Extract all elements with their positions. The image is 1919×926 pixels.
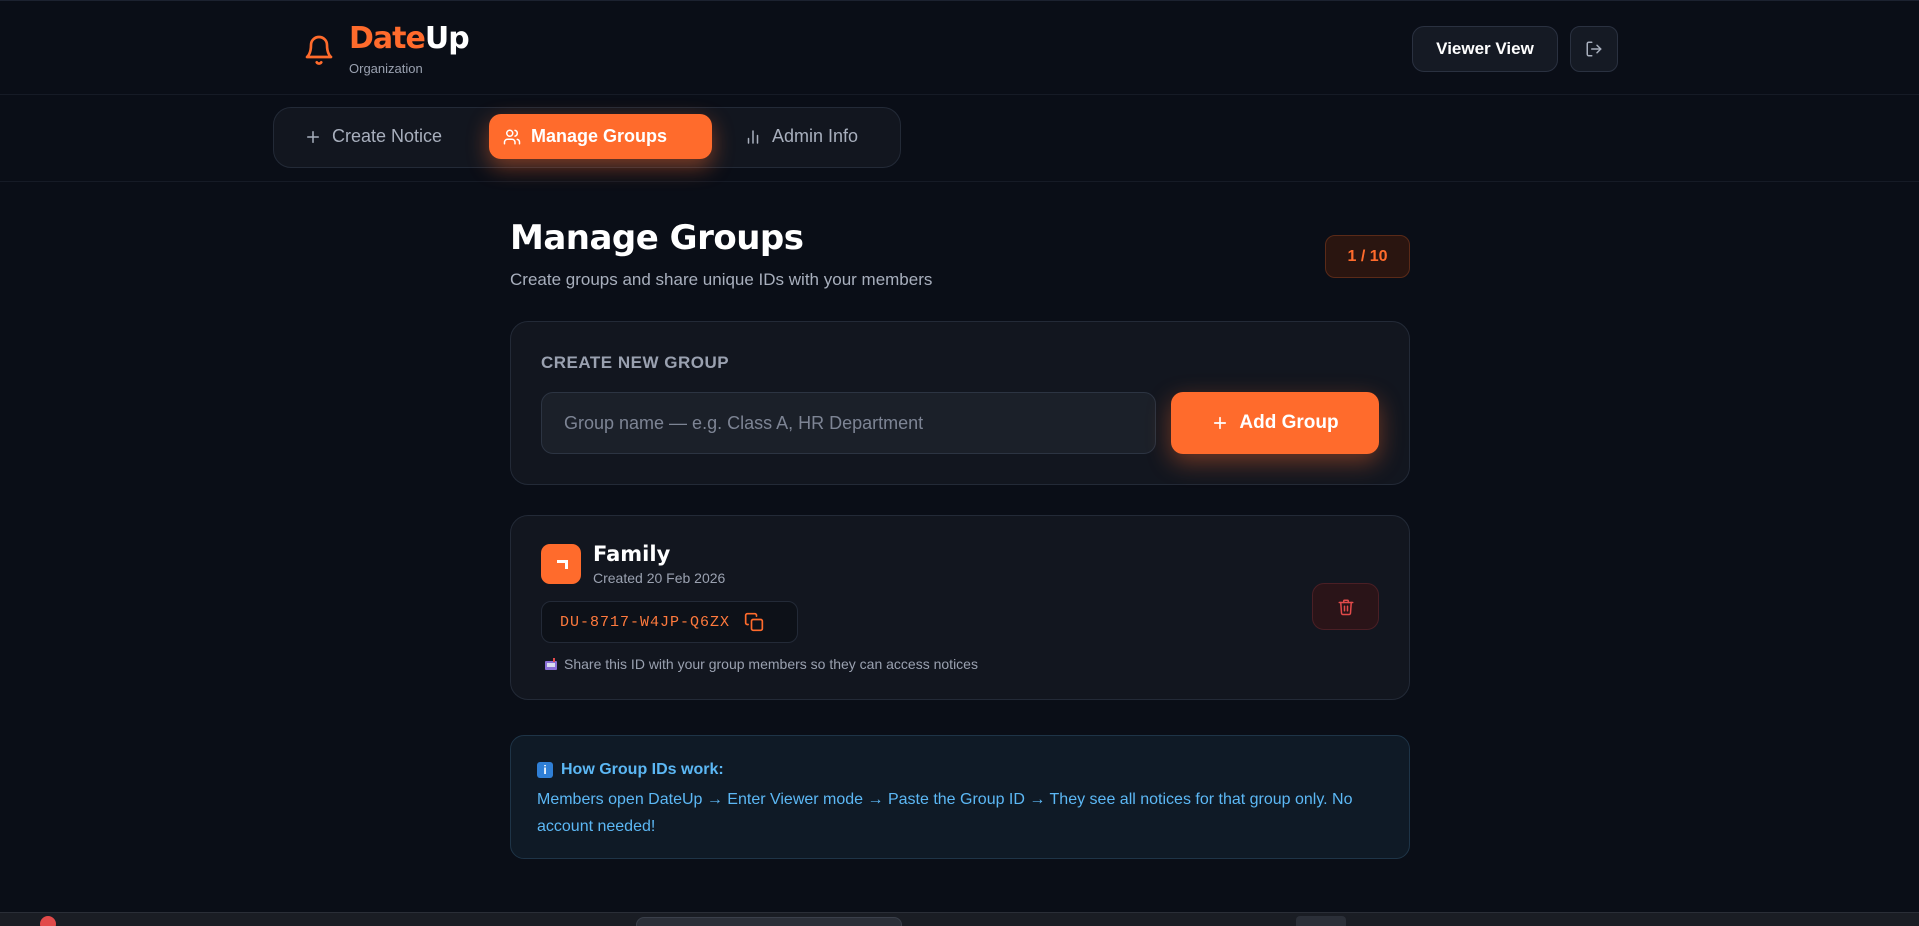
- group-id: DU-8717-W4JP-Q6ZX: [560, 613, 731, 631]
- info-card: i How Group IDs work: Members open DateU…: [510, 735, 1410, 859]
- group-card: Family Created 20 Feb 2026 DU-8717-W4JP-…: [510, 515, 1410, 700]
- bell-icon: [305, 35, 333, 65]
- plus-icon: [307, 130, 319, 143]
- page-title: Manage Groups: [510, 218, 804, 258]
- top-header: DateUp Organization Viewer View: [0, 0, 1919, 95]
- plus-icon: [1214, 416, 1227, 430]
- create-group-card: CREATE NEW GROUP Add Group: [510, 321, 1410, 485]
- info-icon: i: [537, 762, 553, 778]
- group-created-date: Created 20 Feb 2026: [593, 570, 726, 586]
- tab-manage-groups[interactable]: Manage Groups: [489, 114, 712, 159]
- logo[interactable]: DateUp: [349, 21, 470, 56]
- brand-text: DateUp Organization: [349, 21, 470, 77]
- add-group-button[interactable]: Add Group: [1171, 392, 1379, 454]
- share-hint: Share this ID with your group members so…: [544, 656, 978, 672]
- nav-bar: Create Notice Manage Groups Admin Info: [0, 95, 1919, 182]
- group-name-input[interactable]: [541, 392, 1156, 454]
- notification-dot-icon: [40, 916, 56, 926]
- create-group-label: CREATE NEW GROUP: [541, 353, 730, 372]
- tab-admin-info[interactable]: Admin Info: [730, 114, 872, 159]
- tab-create-notice[interactable]: Create Notice: [290, 114, 456, 159]
- users-icon: [503, 129, 521, 144]
- taskbar-item[interactable]: [1296, 916, 1346, 926]
- tab-label: Admin Info: [772, 126, 859, 146]
- logo-date: Date: [349, 21, 426, 56]
- taskbar-pill[interactable]: [636, 917, 902, 926]
- info-title-text: How Group IDs work:: [561, 761, 724, 778]
- info-title: i How Group IDs work:: [537, 761, 724, 779]
- bar-chart-icon: [747, 129, 759, 144]
- group-avatar-icon: [541, 544, 581, 584]
- tab-bar: Create Notice Manage Groups Admin Info: [273, 107, 901, 168]
- logout-button[interactable]: [1570, 26, 1618, 72]
- group-name: Family: [593, 542, 671, 566]
- share-hint-text: Share this ID with your group members so…: [564, 656, 978, 672]
- mailbox-icon: [545, 658, 557, 670]
- group-count-badge: 1 / 10: [1325, 235, 1410, 278]
- logout-icon: [1586, 41, 1602, 57]
- tab-label: Create Notice: [332, 126, 443, 146]
- organization-label: Organization: [349, 61, 423, 76]
- tab-label: Manage Groups: [531, 126, 668, 146]
- add-group-label: Add Group: [1239, 412, 1339, 433]
- trash-icon: [1338, 599, 1353, 615]
- logo-up: Up: [424, 21, 470, 56]
- delete-group-button[interactable]: [1312, 583, 1379, 630]
- page-subtitle: Create groups and share unique IDs with …: [510, 270, 933, 289]
- group-id-box: DU-8717-W4JP-Q6ZX: [541, 601, 798, 643]
- taskbar: [0, 912, 1919, 926]
- copy-icon[interactable]: [744, 612, 764, 632]
- info-text: Members open DateUp → Enter Viewer mode …: [537, 791, 1353, 835]
- viewer-view-button[interactable]: Viewer View: [1412, 26, 1558, 72]
- brand: DateUp Organization: [303, 21, 470, 77]
